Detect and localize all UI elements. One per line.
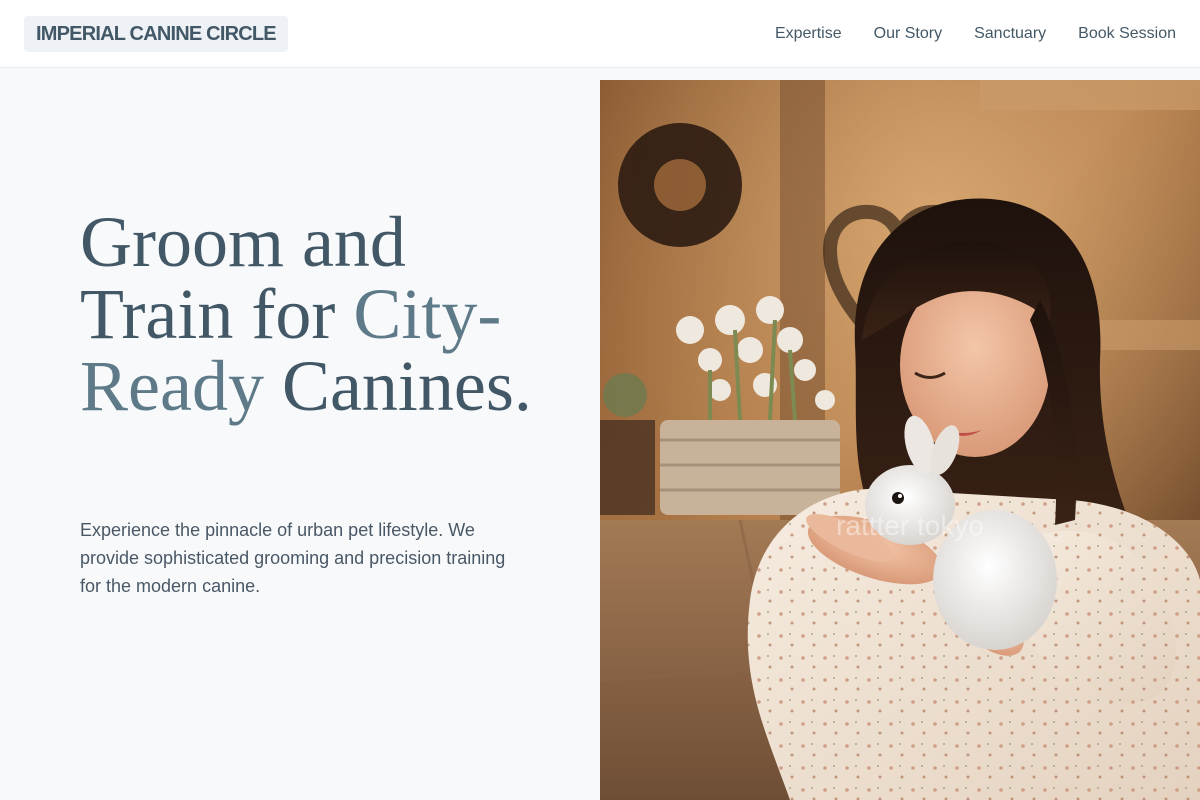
main-nav: Expertise Our Story Sanctuary Book Sessi… — [775, 0, 1176, 68]
top-navbar: IMPERIAL CANINE CIRCLE Expertise Our Sto… — [0, 0, 1200, 68]
nav-link-expertise[interactable]: Expertise — [775, 24, 842, 44]
hero-photo: rattter tokyo — [600, 80, 1200, 800]
hero-text-panel — [0, 69, 600, 800]
hero-title: Groom and Train for City-Ready Canines. — [80, 206, 550, 422]
brand-logo[interactable]: IMPERIAL CANINE CIRCLE — [24, 16, 288, 52]
hero-title-part2: Canines. — [263, 346, 532, 426]
photo-watermark: rattter tokyo — [836, 510, 984, 541]
nav-link-our-story[interactable]: Our Story — [874, 24, 942, 44]
wreath — [618, 123, 742, 247]
hero-description: Experience the pinnacle of urban pet lif… — [80, 520, 506, 596]
nav-link-book-session[interactable]: Book Session — [1078, 24, 1176, 44]
nav-link-sanctuary[interactable]: Sanctuary — [974, 24, 1046, 44]
